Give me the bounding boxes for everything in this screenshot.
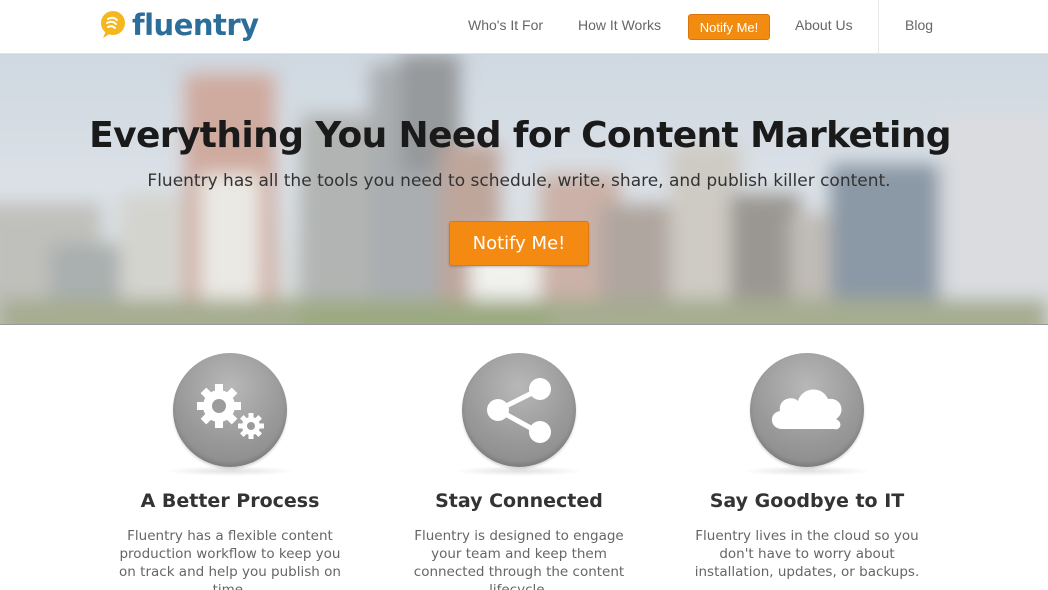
cloud-icon <box>750 353 864 467</box>
feature-title: Say Goodbye to IT <box>709 490 905 512</box>
gears-icon <box>173 353 287 467</box>
icon-shadow <box>165 466 295 476</box>
hero-section: Everything You Need for Content Marketin… <box>0 54 1048 325</box>
nav-item-blog[interactable]: Blog <box>905 17 933 33</box>
main-nav: Who's It For How It Works Notify Me! Abo… <box>0 0 1048 54</box>
hero-notify-button[interactable]: Notify Me! <box>449 221 589 266</box>
nav-item-about-us[interactable]: About Us <box>795 17 853 33</box>
nav-divider <box>878 0 879 54</box>
hero-subtitle: Fluentry has all the tools you need to s… <box>147 171 891 191</box>
nav-item-whos-it-for[interactable]: Who's It For <box>468 17 543 33</box>
feature-description: Fluentry lives in the cloud so you don't… <box>694 528 920 580</box>
feature-title: A Better Process <box>140 490 320 512</box>
feature-description: Fluentry is designed to engage your team… <box>413 528 625 590</box>
icon-shadow <box>742 466 872 476</box>
site-header: fluentry Who's It For How It Works Notif… <box>0 0 1048 54</box>
nav-notify-button[interactable]: Notify Me! <box>688 14 770 40</box>
hero-title: Everything You Need for Content Marketin… <box>89 115 951 156</box>
feature-title: Stay Connected <box>435 490 603 512</box>
feature-description: Fluentry has a flexible content producti… <box>119 528 341 590</box>
share-icon <box>462 353 576 467</box>
icon-shadow <box>454 466 584 476</box>
nav-item-how-it-works[interactable]: How It Works <box>578 17 661 33</box>
